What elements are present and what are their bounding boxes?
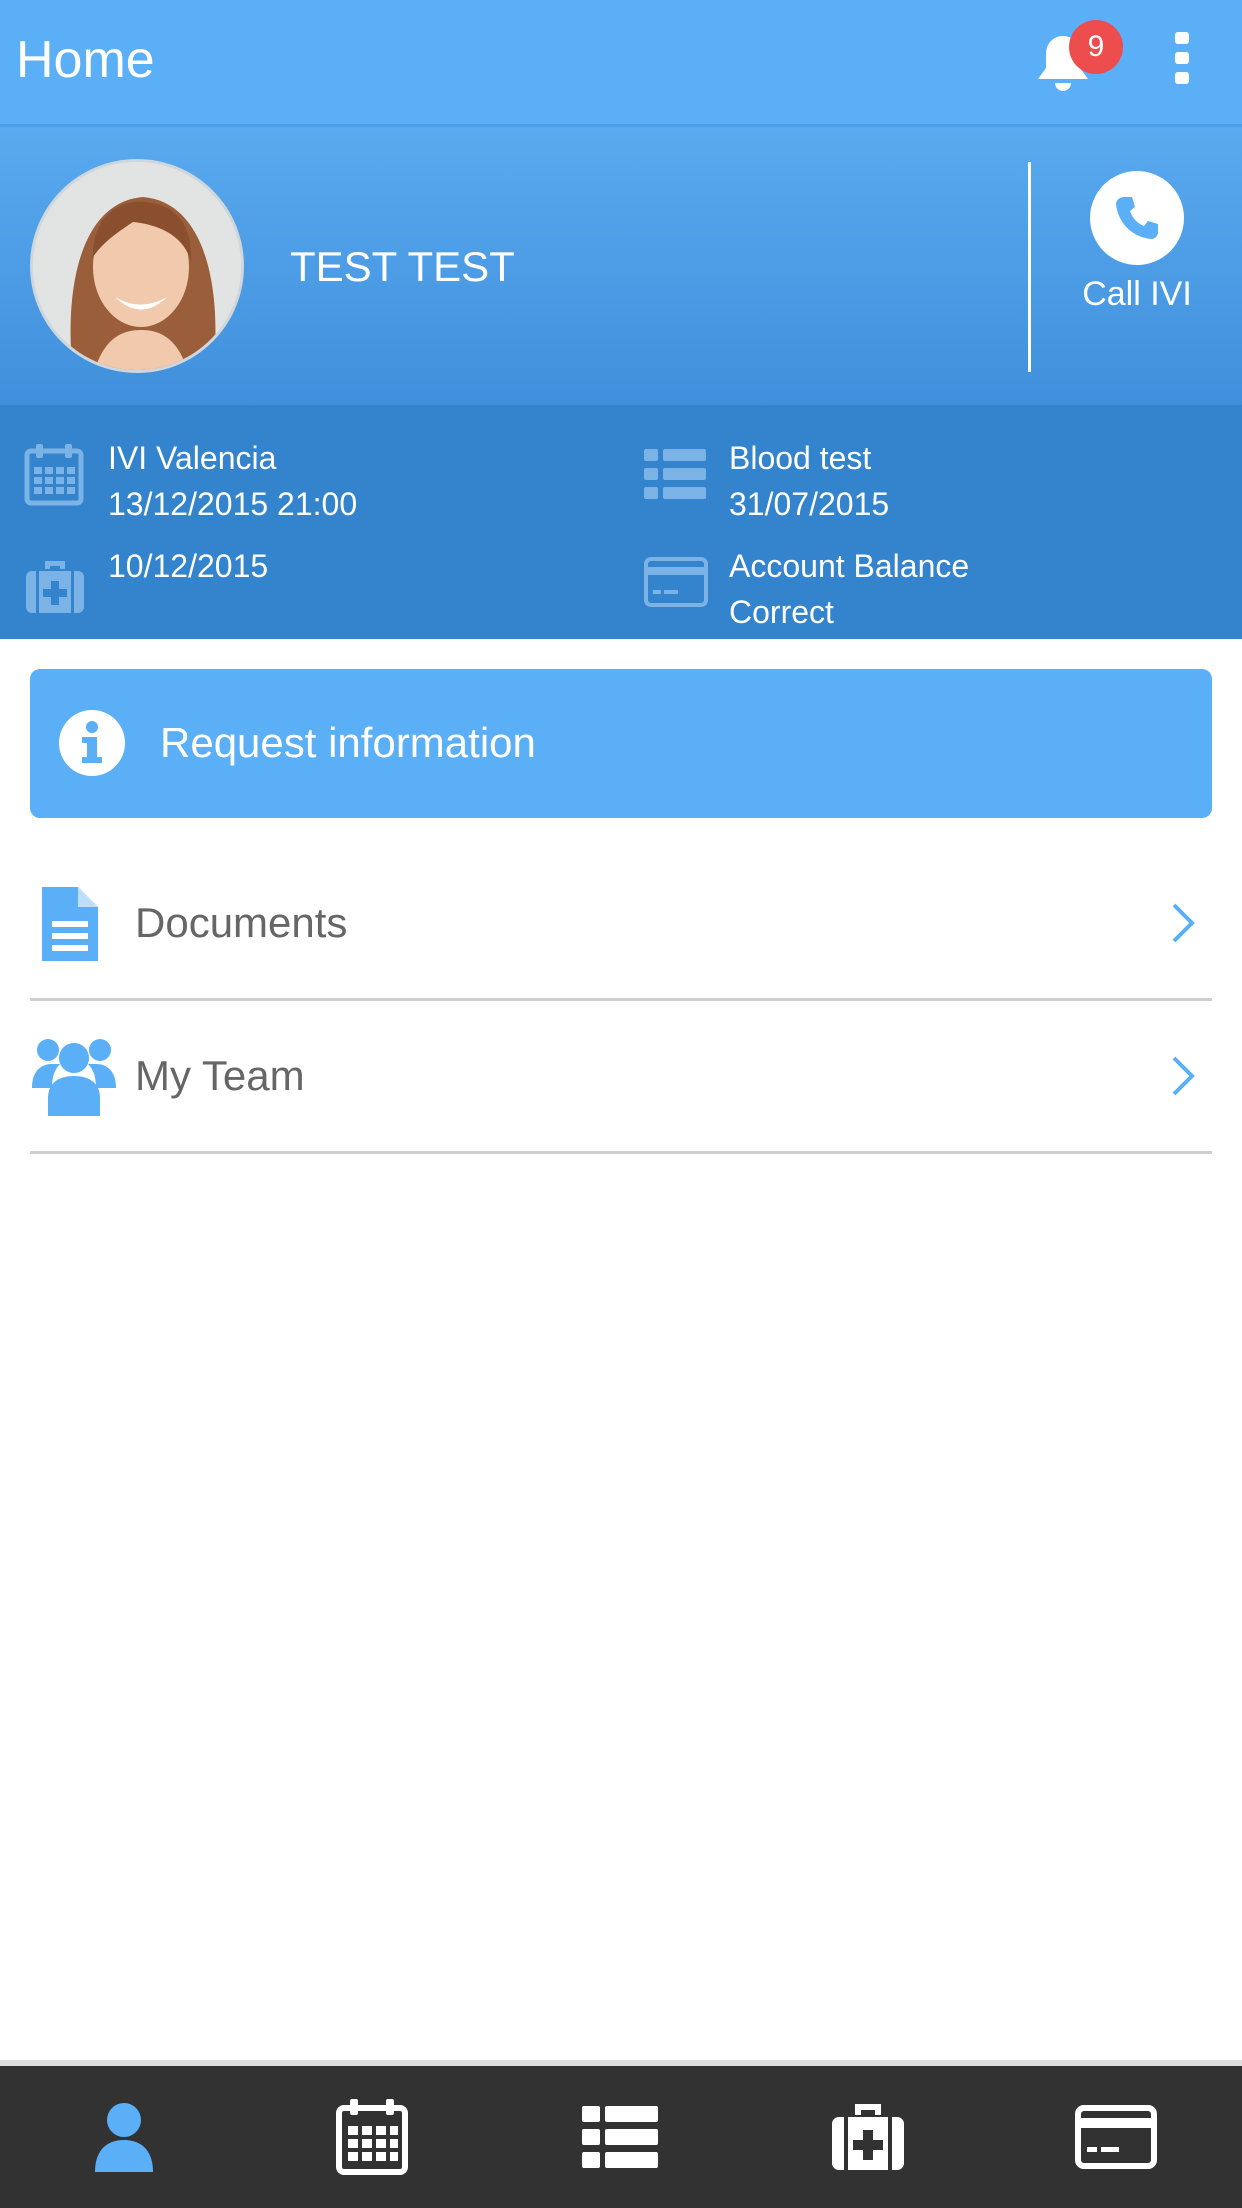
profile-header: TEST TEST Call IVI [0, 127, 1242, 405]
avatar [30, 159, 244, 373]
divider [1028, 162, 1031, 372]
treatment-date[interactable]: 10/12/2015 [24, 543, 624, 633]
appointment-datetime: 13/12/2015 21:00 [108, 486, 358, 522]
medical-kit-icon [832, 2104, 904, 2170]
documents-label: Documents [135, 899, 348, 946]
app-bar: Home 9 [0, 0, 1242, 127]
user-icon [95, 2103, 153, 2172]
test-date: 31/07/2015 [729, 486, 890, 522]
avatar-photo [33, 162, 241, 370]
list-icon [582, 2106, 658, 2168]
notifications-button[interactable]: 9 [1025, 20, 1125, 106]
team-icon [32, 1039, 116, 1116]
request-information-button[interactable]: Request information [30, 669, 1212, 818]
appointment-clinic: IVI Valencia [108, 440, 277, 476]
calendar-icon [336, 2099, 408, 2175]
phone-icon [1116, 197, 1158, 239]
test-name: Blood test [729, 440, 872, 476]
chevron-right-icon [1172, 1056, 1195, 1096]
treatment-date-text: 10/12/2015 [108, 548, 269, 584]
account-balance[interactable]: Account Balance Correct [644, 543, 1204, 643]
bottom-tab-bar [0, 2060, 1242, 2208]
kebab-dot [1175, 72, 1189, 84]
call-button[interactable] [1090, 171, 1184, 265]
calendar-icon [24, 444, 84, 506]
kebab-dot [1175, 32, 1189, 44]
medical-kit-icon [26, 561, 84, 613]
next-appointment[interactable]: IVI Valencia 13/12/2015 21:00 [24, 435, 624, 535]
call-label[interactable]: Call IVI [1060, 275, 1214, 314]
my-team-label: My Team [135, 1052, 305, 1099]
info-icon [59, 710, 125, 776]
notification-badge: 9 [1069, 20, 1123, 74]
account-balance-label: Account Balance [729, 548, 970, 584]
tab-calendar[interactable] [248, 2066, 496, 2208]
user-name: TEST TEST [290, 243, 515, 290]
page-title: Home [16, 31, 155, 89]
summary-panel: IVI Valencia 13/12/2015 21:00 Blood test… [0, 405, 1242, 639]
document-icon [42, 887, 98, 961]
list-item-documents[interactable]: Documents [30, 849, 1212, 1001]
next-test[interactable]: Blood test 31/07/2015 [644, 435, 1204, 535]
tab-profile[interactable] [0, 2066, 248, 2208]
tab-list[interactable] [496, 2066, 744, 2208]
account-balance-status: Correct [729, 594, 834, 630]
tab-treatment[interactable] [744, 2066, 992, 2208]
list-item-my-team[interactable]: My Team [30, 1002, 1212, 1154]
credit-card-icon [1075, 2105, 1157, 2169]
tab-account[interactable] [992, 2066, 1240, 2208]
chevron-right-icon [1172, 903, 1195, 943]
more-options-button[interactable] [1160, 32, 1204, 92]
credit-card-icon [644, 557, 708, 607]
request-information-label: Request information [160, 719, 536, 766]
list-icon [644, 449, 706, 499]
kebab-dot [1175, 52, 1189, 64]
